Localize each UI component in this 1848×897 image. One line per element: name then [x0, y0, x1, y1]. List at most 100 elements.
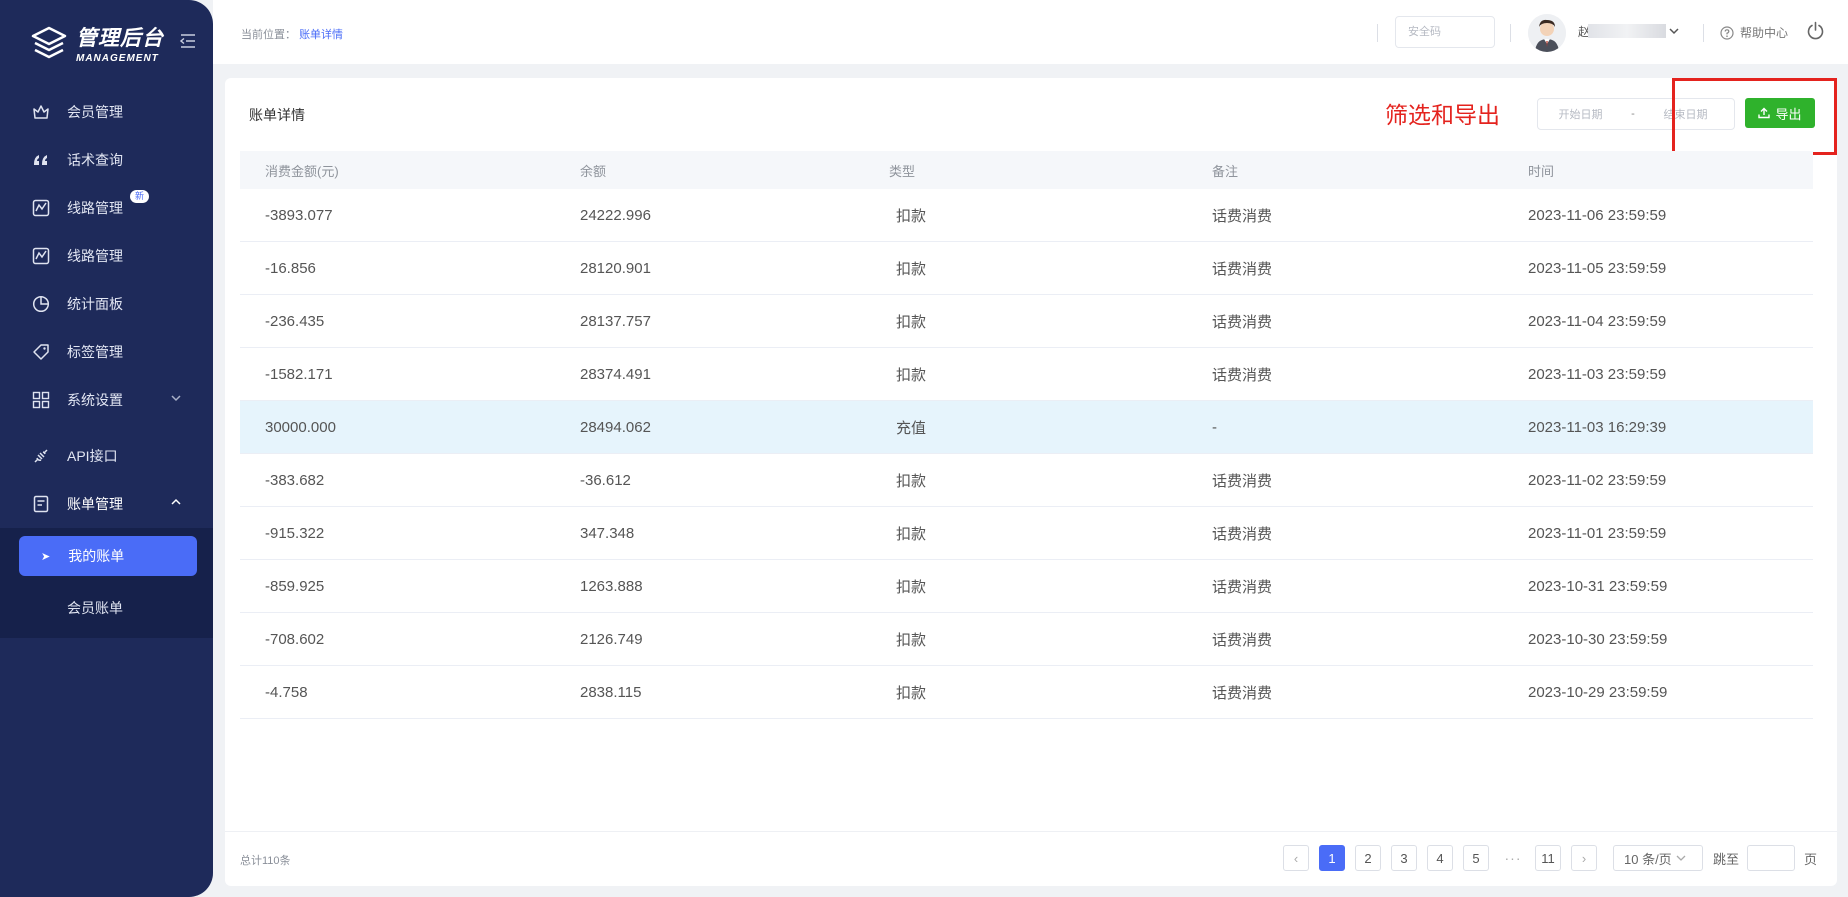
jump-page-input[interactable] — [1747, 845, 1796, 871]
cell-remark: - — [1212, 418, 1217, 436]
breadcrumb-current[interactable]: 账单详情 — [299, 29, 343, 41]
table-row[interactable]: -915.322 347.348 扣款 话费消费 2023-11-01 23:5… — [240, 507, 1813, 560]
logo-title: 管理后台 — [76, 27, 164, 50]
header-divider — [1703, 24, 1704, 42]
cell-amount: -236.435 — [265, 312, 325, 330]
quote-icon — [32, 151, 50, 169]
table-row[interactable]: -859.925 1263.888 扣款 话费消费 2023-10-31 23:… — [240, 560, 1813, 613]
prev-page-button[interactable]: ‹ — [1283, 845, 1309, 871]
submenu-item-my-bills[interactable]: ➤ 我的账单 — [19, 536, 197, 576]
page-title: 账单详情 — [249, 107, 305, 123]
sidebar-item-members[interactable]: 会员管理 — [0, 88, 213, 136]
cell-balance: 24222.996 — [580, 206, 651, 224]
sidebar-item-label: 线路管理 — [67, 200, 123, 216]
table-row[interactable]: -3893.077 24222.996 扣款 话费消费 2023-11-06 2… — [240, 189, 1813, 242]
power-icon[interactable] — [1806, 21, 1825, 40]
header-divider — [1377, 24, 1378, 42]
route-icon — [32, 199, 50, 217]
sidebar-item-routes-new[interactable]: 线路管理 新 — [0, 184, 213, 232]
cell-type: 充值 — [896, 419, 927, 437]
table-row[interactable]: -383.682 -36.612 扣款 话费消费 2023-11-02 23:5… — [240, 454, 1813, 507]
table-row[interactable]: -1582.171 28374.491 扣款 话费消费 2023-11-03 2… — [240, 348, 1813, 401]
table-row[interactable]: -4.758 2838.115 扣款 话费消费 2023-10-29 23:59… — [240, 666, 1813, 719]
table-row[interactable]: -16.856 28120.901 扣款 话费消费 2023-11-05 23:… — [240, 242, 1813, 295]
table-row[interactable]: -708.602 2126.749 扣款 话费消费 2023-10-30 23:… — [240, 613, 1813, 666]
chevron-down-icon[interactable] — [1669, 27, 1679, 35]
pagination: ‹ 1 2 3 4 5 ··· 11 › 10 条/页 跳至 页 — [1283, 845, 1817, 871]
tag-icon — [32, 343, 50, 361]
footer-divider — [225, 831, 1837, 832]
security-code-input[interactable]: 安全码 — [1395, 16, 1495, 48]
next-page-button[interactable]: › — [1571, 845, 1597, 871]
cell-remark: 话费消费 — [1212, 684, 1273, 702]
chevron-down-icon — [171, 395, 181, 402]
cell-amount: -16.856 — [265, 259, 316, 277]
page-unit-label: 页 — [1804, 851, 1818, 867]
page-ellipsis[interactable]: ··· — [1499, 850, 1527, 866]
cell-type: 扣款 — [896, 631, 927, 649]
cell-time: 2023-11-02 23:59:59 — [1528, 471, 1667, 489]
avatar[interactable] — [1528, 14, 1566, 52]
sidebar-item-tags[interactable]: 标签管理 — [0, 328, 213, 376]
column-header-amount: 消费金额(元) — [265, 163, 339, 179]
breadcrumb: 当前位置： 账单详情 — [241, 26, 343, 42]
cell-balance: 2126.749 — [580, 630, 643, 648]
plug-icon — [32, 447, 50, 465]
sidebar-item-label: 线路管理 — [67, 248, 123, 264]
cell-amount: -1582.171 — [265, 365, 333, 383]
cell-balance: 2838.115 — [580, 683, 642, 701]
cell-amount: -383.682 — [265, 471, 325, 489]
sidebar-item-scripts[interactable]: 话术查询 — [0, 136, 213, 184]
sidebar-menu: 会员管理 话术查询 线路管理 新 线路管理 统计面板 标签管理 系统设置 API… — [0, 88, 213, 638]
submenu-item-member-bills[interactable]: 会员账单 — [0, 584, 213, 632]
pie-chart-icon — [32, 295, 50, 313]
top-header: 当前位置： 账单详情 安全码 赵 帮助中心 — [213, 0, 1848, 64]
page-button[interactable]: 4 — [1427, 845, 1453, 871]
sidebar-item-api[interactable]: API接口 — [0, 432, 213, 480]
table-row[interactable]: -236.435 28137.757 扣款 话费消费 2023-11-04 23… — [240, 295, 1813, 348]
cell-time: 2023-11-01 23:59:59 — [1528, 524, 1667, 542]
cell-amount: -859.925 — [265, 577, 325, 595]
cell-balance: 28374.491 — [580, 365, 651, 383]
column-header-remark: 备注 — [1212, 163, 1239, 179]
column-header-balance: 余额 — [580, 163, 607, 179]
collapse-menu-icon[interactable] — [180, 34, 196, 48]
help-center-link[interactable]: 帮助中心 — [1720, 24, 1788, 41]
page-button[interactable]: 1 — [1319, 845, 1345, 871]
cell-amount: -708.602 — [265, 630, 325, 648]
page-size-select[interactable]: 10 条/页 — [1613, 845, 1703, 871]
sidebar-item-billing[interactable]: 账单管理 — [0, 480, 213, 528]
sidebar-item-label: 标签管理 — [67, 344, 123, 360]
page-button[interactable]: 3 — [1391, 845, 1417, 871]
cell-remark: 话费消费 — [1212, 207, 1273, 225]
last-page-button[interactable]: 11 — [1535, 845, 1561, 871]
cell-remark: 话费消费 — [1212, 313, 1273, 331]
sidebar-item-dashboard[interactable]: 统计面板 — [0, 280, 213, 328]
sidebar-item-label: 话术查询 — [67, 152, 123, 168]
cell-balance: 28120.901 — [580, 259, 651, 277]
page-size-value: 10 条/页 — [1624, 851, 1672, 867]
cell-time: 2023-10-31 23:59:59 — [1528, 577, 1668, 595]
page-button[interactable]: 2 — [1355, 845, 1381, 871]
annotation-highlight-box — [1672, 78, 1837, 155]
cell-time: 2023-10-29 23:59:59 — [1528, 683, 1668, 701]
page-button[interactable]: 5 — [1463, 845, 1489, 871]
crown-icon — [32, 103, 50, 121]
sidebar-item-routes[interactable]: 线路管理 — [0, 232, 213, 280]
help-center-label: 帮助中心 — [1740, 26, 1789, 40]
sidebar-item-label: API接口 — [67, 448, 118, 464]
sidebar-item-settings[interactable]: 系统设置 — [0, 376, 213, 424]
jump-label: 跳至 — [1713, 851, 1740, 867]
table-row-highlighted[interactable]: 30000.000 28494.062 充值 - 2023-11-03 16:2… — [240, 401, 1813, 454]
help-icon — [1720, 25, 1734, 40]
chevron-up-icon — [171, 498, 181, 505]
cell-type: 扣款 — [896, 684, 927, 702]
cell-balance: 347.348 — [580, 524, 635, 542]
cell-amount: 30000.000 — [265, 418, 336, 436]
cell-type: 扣款 — [896, 366, 927, 384]
cell-balance: 28494.062 — [580, 418, 651, 436]
cell-time: 2023-11-03 16:29:39 — [1528, 418, 1667, 436]
breadcrumb-prefix: 当前位置： — [241, 29, 296, 41]
submenu-item-label: 我的账单 — [68, 548, 125, 564]
start-date-input[interactable]: 开始日期 — [1538, 106, 1623, 122]
